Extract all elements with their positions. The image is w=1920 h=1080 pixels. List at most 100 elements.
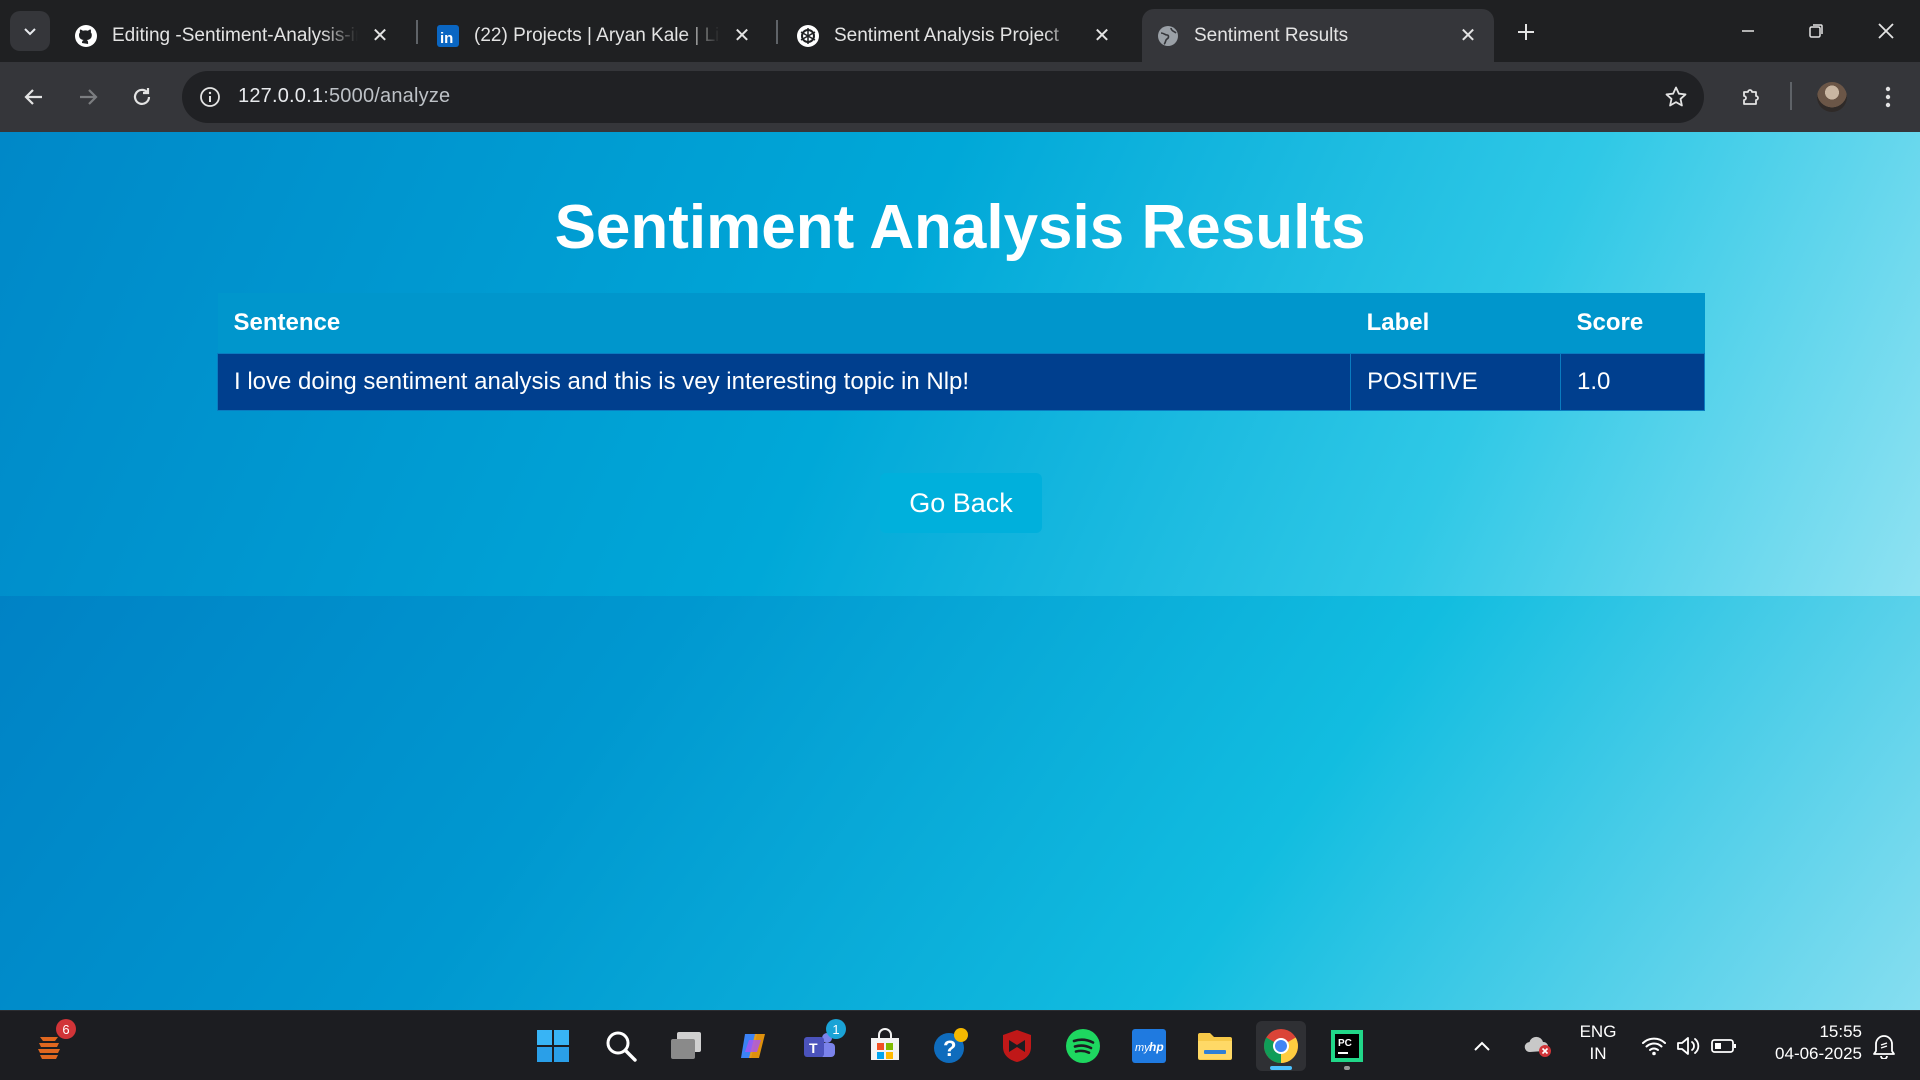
menu-button[interactable] <box>1868 77 1908 117</box>
go-back-button[interactable]: Go Back <box>880 473 1042 533</box>
tab-separator <box>776 20 778 44</box>
pycharm-button[interactable]: PC <box>1322 1021 1372 1071</box>
url-text[interactable]: 127.0.0.1:5000/analyze <box>238 85 450 108</box>
page-viewport: Sentiment Analysis Results Sentence Labe… <box>0 132 1920 1010</box>
myhp-icon: my hp <box>1132 1029 1166 1063</box>
copilot-icon <box>741 1034 765 1058</box>
cell-label: POSITIVE <box>1350 352 1562 411</box>
close-icon[interactable]: ✕ <box>368 24 392 48</box>
tab-title: Editing -Sentiment-Analysis-in-NLP <box>112 24 358 46</box>
svg-text:?: ? <box>943 1036 956 1061</box>
chrome-icon <box>1264 1029 1298 1063</box>
arrow-left-icon <box>24 89 42 105</box>
battery-button[interactable] <box>1706 1021 1742 1071</box>
forward-button[interactable] <box>68 77 108 117</box>
column-header-score: Score <box>1560 293 1705 353</box>
close-icon[interactable]: ✕ <box>1456 24 1480 48</box>
tab-sentiment-project[interactable]: Sentiment Analysis Project ✕ <box>782 9 1128 62</box>
clock-date: 04-06-2025 <box>1775 1044 1862 1063</box>
globe-icon <box>1156 24 1180 48</box>
minimize-button[interactable] <box>1714 0 1782 62</box>
tab-github-editing[interactable]: Editing -Sentiment-Analysis-in-NLP ✕ <box>60 9 406 62</box>
cloud-error-icon <box>1524 1036 1551 1057</box>
tab-sentiment-results[interactable]: Sentiment Results ✕ <box>1142 9 1494 62</box>
clock[interactable]: 15:55 04-06-2025 <box>1752 1021 1862 1065</box>
task-view-button[interactable] <box>662 1021 712 1071</box>
linkedin-icon: in <box>436 24 460 48</box>
onedrive-button[interactable] <box>1520 1021 1556 1071</box>
volume-button[interactable] <box>1670 1021 1706 1071</box>
cell-score: 1.0 <box>1560 352 1705 411</box>
search-button[interactable] <box>596 1021 646 1071</box>
show-hidden-icons-button[interactable] <box>1466 1021 1498 1071</box>
svg-text:T: T <box>809 1040 818 1056</box>
results-container: Sentiment Analysis Results Sentence Labe… <box>0 132 1920 596</box>
github-icon <box>74 24 98 48</box>
site-info-icon[interactable] <box>196 83 224 111</box>
tab-title: Sentiment Analysis Project <box>834 24 1059 46</box>
restore-button[interactable] <box>1782 0 1850 62</box>
table-header-row: Sentence Label Score <box>217 293 1705 353</box>
back-button[interactable] <box>14 77 54 117</box>
windows-icon <box>537 1030 569 1062</box>
spotify-button[interactable] <box>1058 1021 1108 1071</box>
restore-icon <box>1809 24 1823 38</box>
reload-icon <box>133 88 151 105</box>
myhp-button[interactable]: my hp <box>1124 1021 1174 1071</box>
close-window-button[interactable] <box>1852 0 1920 62</box>
reload-button[interactable] <box>122 77 162 117</box>
language-indicator[interactable]: ENG IN <box>1570 1021 1626 1065</box>
tab-title: Sentiment Results <box>1194 24 1349 46</box>
store-button[interactable] <box>860 1021 910 1071</box>
url-path: :5000/analyze <box>323 85 451 107</box>
mcafee-button[interactable] <box>992 1021 1042 1071</box>
close-icon[interactable]: ✕ <box>1090 24 1114 48</box>
arrow-right-icon <box>80 89 98 105</box>
teams-button[interactable]: T 1 <box>794 1019 846 1071</box>
puzzle-icon <box>1743 89 1759 105</box>
tab-linkedin-projects[interactable]: in (22) Projects | Aryan Kale | LinkedIn… <box>422 9 768 62</box>
running-indicator <box>1344 1066 1350 1070</box>
notification-badge: 1 <box>826 1019 846 1039</box>
svg-text:in: in <box>440 30 453 47</box>
running-indicator <box>1270 1066 1292 1070</box>
svg-text:hp: hp <box>1149 1040 1164 1054</box>
wifi-button[interactable] <box>1636 1021 1672 1071</box>
file-explorer-button[interactable] <box>1190 1021 1240 1071</box>
plus-icon <box>1518 24 1534 40</box>
close-icon[interactable]: ✕ <box>730 24 754 48</box>
chevron-up-icon <box>1474 1041 1490 1051</box>
tab-separator <box>416 20 418 44</box>
new-tab-button[interactable] <box>1508 14 1544 50</box>
address-bar[interactable]: 127.0.0.1:5000/analyze <box>182 71 1704 123</box>
task-view-icon <box>671 1032 701 1059</box>
profile-button[interactable] <box>1812 77 1852 117</box>
tab-search-button[interactable] <box>10 11 50 51</box>
store-icon <box>871 1028 899 1060</box>
language-code: ENG <box>1579 1022 1617 1041</box>
copilot-button[interactable] <box>728 1021 778 1071</box>
extensions-button[interactable] <box>1732 77 1772 117</box>
search-icon <box>606 1031 637 1062</box>
chevron-down-icon <box>24 28 36 36</box>
avatar <box>1817 82 1847 112</box>
region-code: IN <box>1589 1044 1607 1063</box>
help-icon: ? <box>934 1028 968 1063</box>
widgets-button[interactable]: 6 <box>24 1019 76 1071</box>
tab-strip: Editing -Sentiment-Analysis-in-NLP ✕ in … <box>0 0 1920 62</box>
mcafee-shield-icon <box>1003 1030 1031 1062</box>
notifications-button[interactable] <box>1866 1021 1902 1071</box>
taskbar: 6 T 1 ? my hp PC ENG IN 15:55 04-06-2025 <box>0 1010 1920 1080</box>
minimize-icon <box>1742 30 1754 32</box>
svg-text:PC: PC <box>1338 1038 1352 1049</box>
table-row: I love doing sentiment analysis and this… <box>216 352 1705 411</box>
start-button[interactable] <box>528 1021 578 1071</box>
get-help-button[interactable]: ? <box>926 1021 976 1071</box>
page-title: Sentiment Analysis Results <box>554 193 1366 262</box>
speaker-icon <box>1677 1037 1700 1055</box>
wifi-icon <box>1642 1037 1666 1056</box>
column-header-label: Label <box>1350 293 1561 353</box>
bookmark-star-icon[interactable] <box>1662 83 1690 111</box>
cell-sentence: I love doing sentiment analysis and this… <box>216 352 1352 411</box>
chrome-button[interactable] <box>1256 1021 1306 1071</box>
